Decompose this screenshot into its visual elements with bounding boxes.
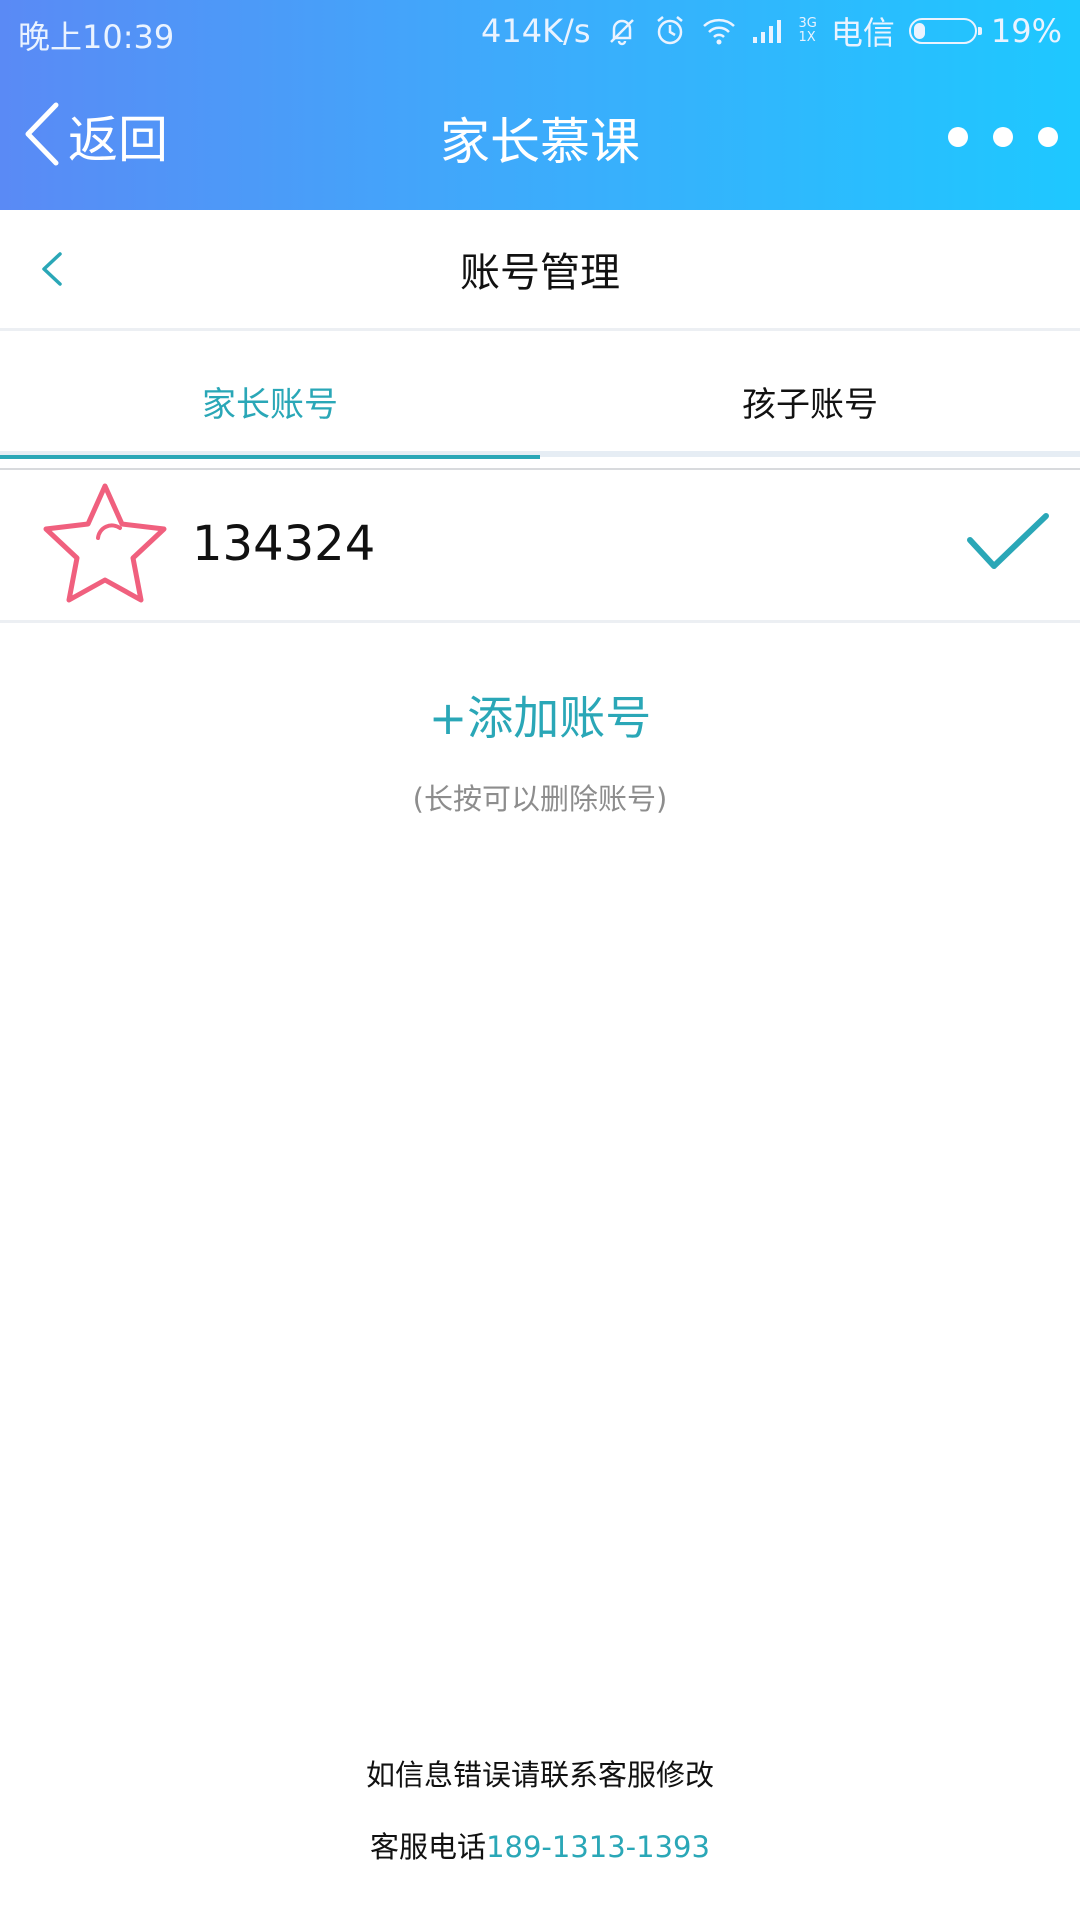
account-tabs: 家长账号 孩子账号 [0, 331, 1080, 455]
carrier: 电信 [830, 14, 895, 52]
net-speed: 414K/s [480, 12, 591, 50]
phone-prefix: 客服电话 [370, 1830, 487, 1864]
more-dot-icon [993, 127, 1013, 147]
app-title: 家长慕课 [440, 113, 640, 171]
status-bar: 晚上10:39 414K/s 3G 1X 电信 19% [0, 0, 1080, 62]
status-time: 晚上10:39 [18, 18, 175, 56]
delete-hint: (长按可以删除账号) [412, 782, 668, 816]
battery-percent: 19% [990, 12, 1062, 50]
footer-phone-line: 客服电话189-1313-1393 [0, 1824, 1080, 1866]
more-dot-icon [948, 127, 968, 147]
more-dot-icon [1038, 127, 1058, 147]
network-type-top: 3G [798, 16, 817, 31]
footer-note: 如信息错误请联系客服修改 [365, 1758, 714, 1792]
service-phone-link[interactable]: 189-1313-1393 [486, 1830, 710, 1864]
add-account-button[interactable]: +添加账号 [0, 682, 1080, 748]
wifi-icon [701, 16, 737, 46]
mute-bell-icon [605, 14, 639, 48]
alarm-icon [653, 14, 687, 48]
sub-header: 账号管理 [0, 210, 1080, 331]
page-title: 账号管理 [460, 250, 620, 296]
signal-icon [751, 17, 785, 45]
account-list-item[interactable]: 134324 [0, 470, 1080, 623]
status-right: 414K/s 3G 1X 电信 19% [481, 10, 1062, 52]
account-id: 134324 [192, 516, 376, 572]
network-type-bottom: 1X [798, 30, 816, 45]
network-type: 3G 1X [799, 17, 817, 45]
title-bar: 返回 家长慕课 [0, 62, 1080, 210]
battery-fill [913, 23, 925, 39]
tab-parent-account[interactable]: 家长账号 [0, 331, 540, 455]
tab-child-account[interactable]: 孩子账号 [540, 331, 1080, 455]
star-avatar-icon [36, 478, 174, 612]
app-header: 晚上10:39 414K/s 3G 1X 电信 19% 返回 家长慕课 [0, 0, 1080, 210]
more-options-button[interactable] [948, 122, 1058, 152]
tab-active-indicator [0, 455, 540, 459]
check-icon [966, 510, 1050, 574]
battery-icon [908, 18, 982, 44]
